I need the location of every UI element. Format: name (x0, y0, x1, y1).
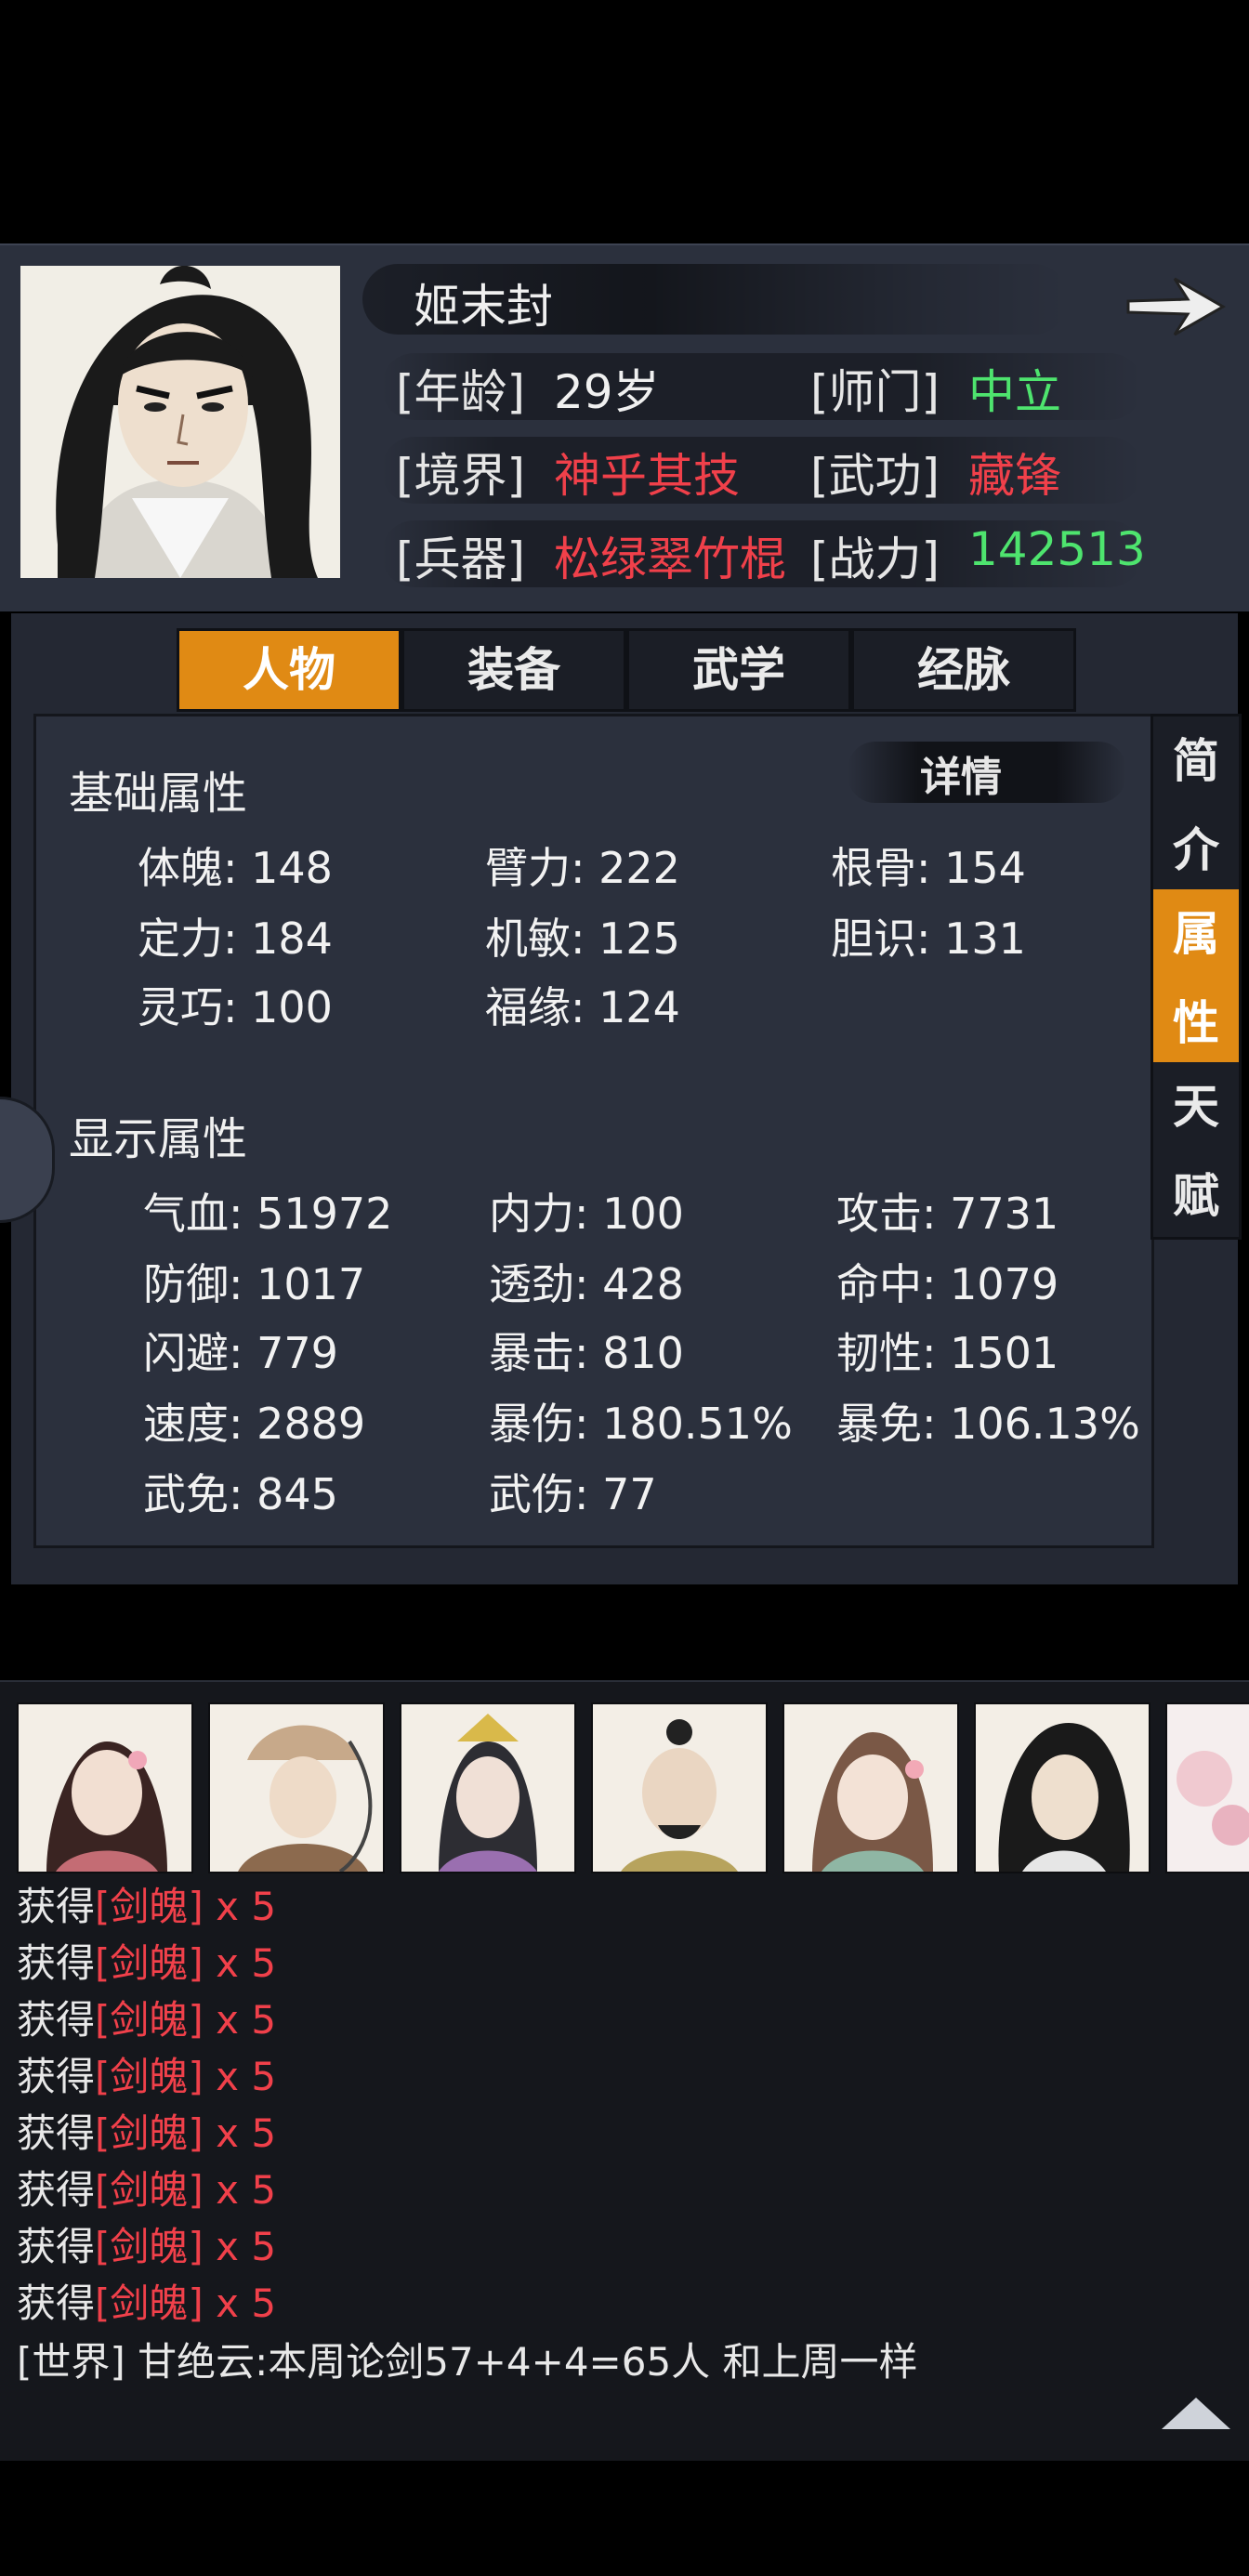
stat-penetration: 透劲: 428 (489, 1259, 684, 1309)
stat-constitution: 根骨: 154 (831, 843, 1026, 893)
martial-art-label: [武功] (810, 449, 940, 503)
character-portrait[interactable] (20, 266, 340, 578)
martial-art-value: 藏锋 (968, 449, 1061, 503)
weapon-label: [兵器] (396, 532, 526, 586)
log-line: 获得[剑魄] x 5 (17, 1997, 277, 2043)
stat-crit-damage: 暴伤: 180.51% (489, 1399, 793, 1449)
log-line: 获得[剑魄] x 5 (17, 2224, 277, 2269)
age-value: 29岁 (554, 365, 660, 419)
tab-character[interactable]: 人物 (177, 628, 401, 712)
side-tab-talents-label: 天赋 (1173, 1080, 1219, 1223)
character-name: 姬末封 (414, 280, 553, 334)
base-attributes-title: 基础属性 (69, 768, 248, 820)
stat-crit: 暴击: 810 (489, 1328, 684, 1378)
companion-avatar[interactable] (782, 1702, 959, 1873)
arrow-right-icon[interactable] (1123, 268, 1230, 346)
world-chat-message: [世界] 甘绝云:本周论剑57+4+4=65人 和上周一样 (17, 2339, 918, 2385)
stat-agility: 机敏: 125 (485, 913, 680, 964)
weapon-value: 松绿翠竹棍 (554, 532, 786, 586)
portrait-image (20, 266, 340, 578)
companion-avatar[interactable] (17, 1702, 193, 1873)
stat-martial-resist: 武免: 845 (143, 1469, 338, 1519)
companion-avatar[interactable] (1165, 1702, 1249, 1873)
side-tabs: 简介 属性 天赋 (1150, 714, 1242, 1240)
realm-value: 神乎其技 (554, 449, 740, 503)
companion-avatar[interactable] (208, 1702, 385, 1873)
stat-martial-damage: 武伤: 77 (489, 1469, 657, 1519)
stat-hp: 气血: 51972 (143, 1189, 393, 1239)
detail-button[interactable]: 详情 (920, 743, 1002, 803)
display-attributes-title: 显示属性 (69, 1113, 248, 1165)
stat-composure: 定力: 184 (138, 913, 333, 964)
stat-defense: 防御: 1017 (143, 1259, 366, 1309)
power-value: 142513 (968, 522, 1146, 576)
log-line: 获得[剑魄] x 5 (17, 1884, 277, 1929)
stat-physique: 体魄: 148 (138, 843, 333, 893)
log-line: 获得[剑魄] x 5 (17, 2110, 277, 2156)
companion-strip (0, 1680, 1249, 1877)
log-line: 获得[剑魄] x 5 (17, 2280, 277, 2326)
stat-accuracy: 命中: 1079 (836, 1259, 1059, 1309)
triangle-up-icon[interactable] (1158, 2392, 1234, 2433)
side-tab-attributes[interactable]: 属性 (1153, 889, 1239, 1062)
companion-avatar[interactable] (400, 1702, 576, 1873)
stat-attack: 攻击: 7731 (836, 1189, 1059, 1239)
realm-label: [境界] (396, 449, 526, 503)
stat-toughness: 韧性: 1501 (836, 1328, 1059, 1378)
companion-avatar[interactable] (591, 1702, 768, 1873)
character-panel: 姬末封 [年龄] 29岁 [师门] 中立 [境界] 神乎其技 [武功] 藏锋 [… (0, 243, 1249, 611)
stat-fortune: 福缘: 124 (485, 982, 680, 1032)
sect-value: 中立 (968, 365, 1061, 419)
log-line: 获得[剑魄] x 5 (17, 2167, 277, 2213)
power-label: [战力] (810, 532, 940, 586)
stat-speed: 速度: 2889 (143, 1399, 366, 1449)
log-line: 获得[剑魄] x 5 (17, 2054, 277, 2099)
stat-dodge: 闪避: 779 (143, 1328, 338, 1378)
side-tab-talents[interactable]: 天赋 (1153, 1062, 1239, 1235)
stat-arm-strength: 臂力: 222 (485, 843, 680, 893)
side-tab-intro-label: 简介 (1173, 734, 1219, 877)
side-tab-attributes-label: 属性 (1173, 907, 1219, 1050)
sect-label: [师门] (810, 365, 940, 419)
companion-avatar[interactable] (974, 1702, 1150, 1873)
stat-crit-resist: 暴免: 106.13% (836, 1399, 1140, 1449)
message-log: 获得[剑魄] x 5 获得[剑魄] x 5 获得[剑魄] x 5 获得[剑魄] … (0, 1875, 1249, 2461)
stat-dexterity: 灵巧: 100 (138, 982, 333, 1032)
stat-courage: 胆识: 131 (831, 913, 1026, 964)
stat-inner-power: 内力: 100 (489, 1189, 684, 1239)
side-tab-intro[interactable]: 简介 (1153, 716, 1239, 889)
age-label: [年龄] (396, 365, 526, 419)
tab-martial-arts[interactable]: 武学 (626, 628, 851, 712)
log-line: 获得[剑魄] x 5 (17, 1940, 277, 1986)
tab-equipment[interactable]: 装备 (401, 628, 626, 712)
tab-meridians[interactable]: 经脉 (851, 628, 1076, 712)
